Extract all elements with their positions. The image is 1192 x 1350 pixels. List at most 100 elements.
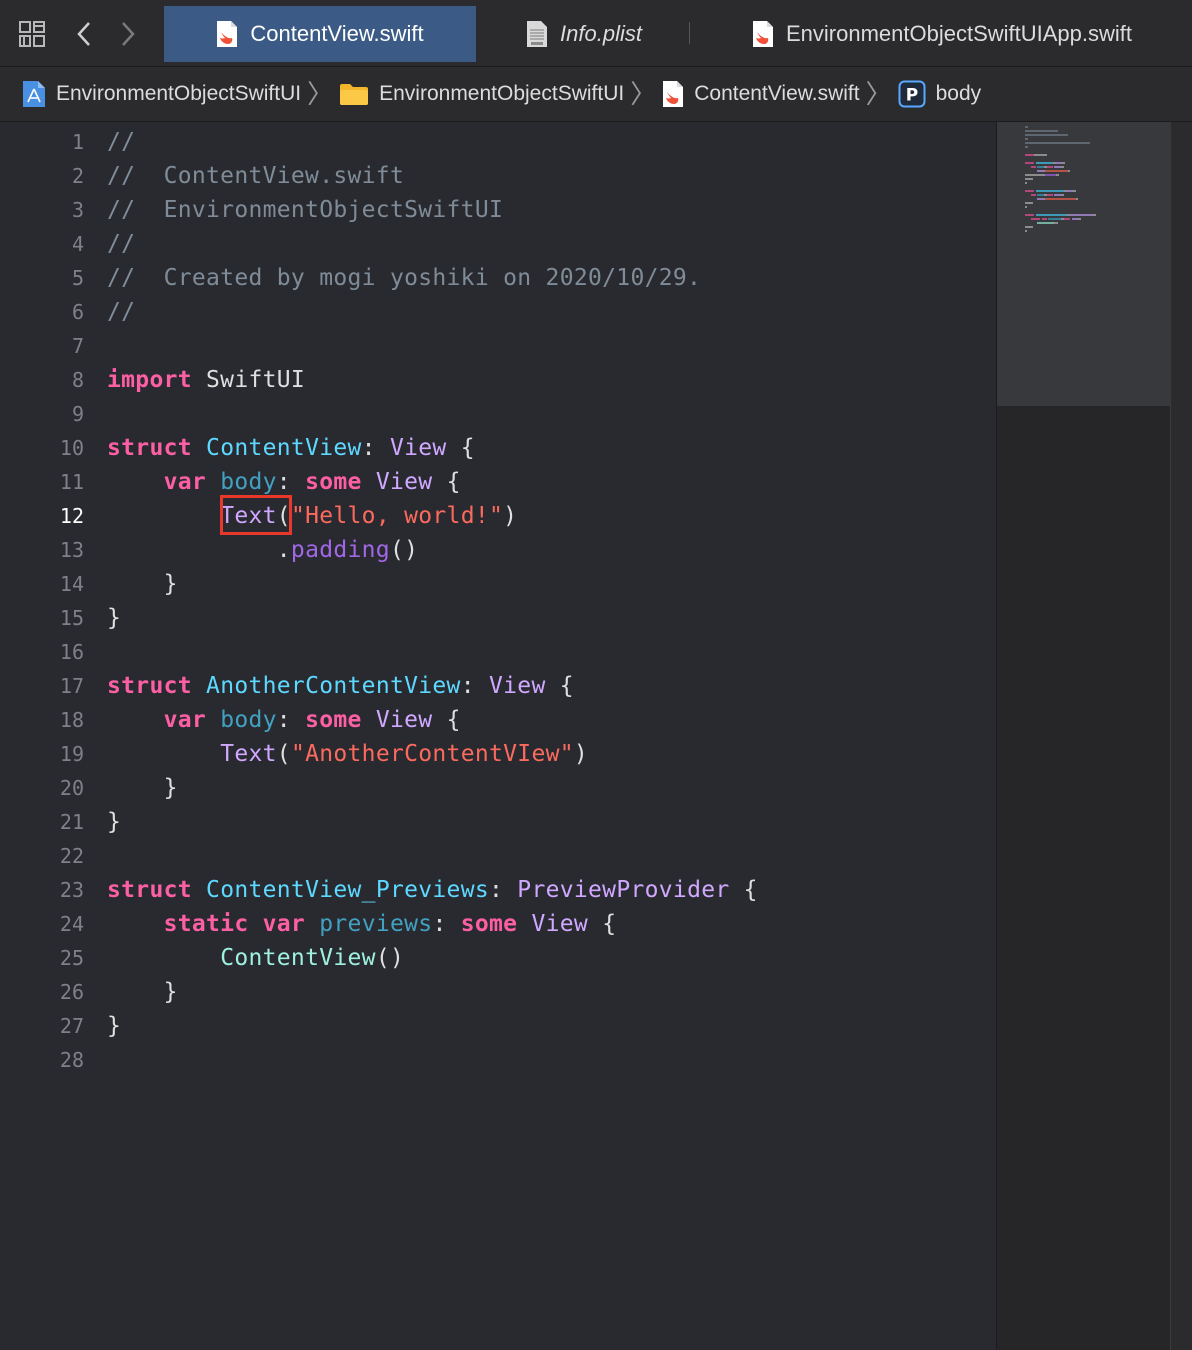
related-items-button[interactable] bbox=[12, 14, 52, 54]
minimap-stroke bbox=[1025, 202, 1033, 204]
back-button[interactable] bbox=[64, 14, 104, 54]
code-token: View bbox=[389, 435, 447, 461]
line-number: 3 bbox=[71, 198, 84, 222]
code-token: } bbox=[107, 571, 178, 597]
code-line: Text("AnotherContentVIew") bbox=[107, 737, 758, 771]
code-line: } bbox=[107, 771, 758, 805]
code-token: } bbox=[107, 775, 178, 801]
minimap-stroke bbox=[1037, 222, 1055, 224]
minimap-stroke bbox=[1093, 214, 1097, 216]
tab-content-view[interactable]: ContentView.swift bbox=[164, 6, 476, 62]
line-number: 24 bbox=[59, 912, 84, 936]
line-number: 20 bbox=[59, 776, 84, 800]
property-icon: P bbox=[898, 80, 926, 108]
breadcrumb-project[interactable]: EnvironmentObjectSwiftUI bbox=[22, 80, 301, 108]
code-token: body bbox=[220, 469, 277, 495]
folder-icon bbox=[340, 84, 369, 105]
svg-text:P: P bbox=[905, 86, 917, 106]
minimap-stroke bbox=[1025, 142, 1091, 144]
code-token: var bbox=[262, 911, 306, 937]
code-token: { bbox=[432, 707, 461, 733]
code-token: AnotherContentView bbox=[206, 673, 461, 699]
code-line: } bbox=[107, 805, 758, 839]
minimap-stroke bbox=[1031, 194, 1036, 196]
minimap-stroke bbox=[1025, 226, 1033, 228]
tab-label: ContentView.swift bbox=[250, 21, 424, 46]
line-number: 5 bbox=[71, 266, 84, 290]
code-token: } bbox=[107, 809, 122, 835]
code-token: : bbox=[489, 877, 518, 903]
line-number: 9 bbox=[71, 402, 84, 426]
vertical-scrollbar[interactable] bbox=[1170, 122, 1192, 1350]
minimap-stroke bbox=[1062, 162, 1066, 164]
minimap-stroke bbox=[1025, 190, 1035, 192]
code-line: // bbox=[107, 227, 758, 261]
code-line: ContentView() bbox=[107, 941, 758, 975]
breadcrumb-separator: 〉 bbox=[307, 79, 334, 109]
code-token: previews bbox=[319, 911, 433, 937]
code-token: { bbox=[588, 911, 617, 937]
code-token: // bbox=[107, 231, 136, 257]
code-token: ( bbox=[276, 741, 291, 767]
plist-file-icon bbox=[527, 21, 548, 47]
code-token: { bbox=[446, 435, 475, 461]
minimap-stroke bbox=[1077, 218, 1081, 220]
code-token: import bbox=[107, 367, 192, 393]
line-number-gutter: 1 2 3 4 5 6 7 8 9 10 11 12 13 14 15 16 17 18 19 20 21 22 23 24 2… bbox=[4, 125, 84, 1077]
minimap[interactable] bbox=[996, 122, 1171, 1350]
tab-divider bbox=[689, 22, 690, 44]
tab-info-plist[interactable]: Info.plist bbox=[478, 6, 690, 62]
minimap-stroke bbox=[1025, 126, 1029, 128]
breadcrumb-symbol[interactable]: P body bbox=[898, 80, 981, 108]
code-token: Text bbox=[220, 741, 277, 767]
code-token: // bbox=[107, 299, 136, 325]
line-number: 23 bbox=[59, 878, 84, 902]
code-editor[interactable]: 1 2 3 4 5 6 7 8 9 10 11 12 13 14 15 16 17 18 19 20 21 22 23 24 2… bbox=[0, 122, 996, 1350]
minimap-visible-region[interactable] bbox=[997, 122, 1171, 406]
code-token: } bbox=[107, 605, 122, 631]
code-token: some bbox=[305, 707, 362, 733]
code-line: } bbox=[107, 567, 758, 601]
line-number: 1 bbox=[71, 130, 84, 154]
code-token: var bbox=[163, 469, 207, 495]
line-number: 12 bbox=[59, 504, 84, 528]
minimap-stroke bbox=[1031, 218, 1041, 220]
chevron-left-icon bbox=[77, 22, 90, 46]
code-token: // Created by mogi yoshiki on 2020/10/29… bbox=[107, 265, 702, 291]
source-code[interactable]: // // ContentView.swift // EnvironmentObje… bbox=[107, 125, 758, 1077]
code-token: "Hello, world!" bbox=[290, 503, 504, 529]
code-token: "AnotherContentVIew" bbox=[290, 741, 574, 767]
chevron-right-icon bbox=[122, 22, 135, 46]
breadcrumb-separator: 〉 bbox=[630, 79, 657, 109]
minimap-stroke bbox=[1068, 170, 1070, 172]
line-number: 2 bbox=[71, 164, 84, 188]
minimap-stroke bbox=[1025, 130, 1058, 132]
breadcrumb-group[interactable]: EnvironmentObjectSwiftUI bbox=[339, 82, 624, 106]
code-token: padding bbox=[290, 537, 390, 563]
minimap-stroke bbox=[1025, 174, 1046, 176]
line-number: 19 bbox=[59, 742, 84, 766]
xcode-project-icon bbox=[23, 81, 45, 107]
code-token: : bbox=[276, 707, 306, 733]
minimap-stroke bbox=[1035, 214, 1067, 216]
minimap-stroke bbox=[1025, 138, 1029, 140]
forward-button[interactable] bbox=[108, 14, 148, 54]
line-number: 16 bbox=[59, 640, 84, 664]
minimap-stroke bbox=[1073, 190, 1077, 192]
code-line: Text("Hello, world!") bbox=[107, 499, 758, 533]
code-line: struct ContentView_Previews: PreviewProv… bbox=[107, 873, 758, 907]
code-token: // bbox=[107, 129, 136, 155]
breadcrumb-file[interactable]: ContentView.swift bbox=[662, 80, 860, 108]
tab-app-swift[interactable]: EnvironmentObjectSwiftUIApp.swift bbox=[712, 6, 1172, 62]
line-number: 14 bbox=[59, 572, 84, 596]
